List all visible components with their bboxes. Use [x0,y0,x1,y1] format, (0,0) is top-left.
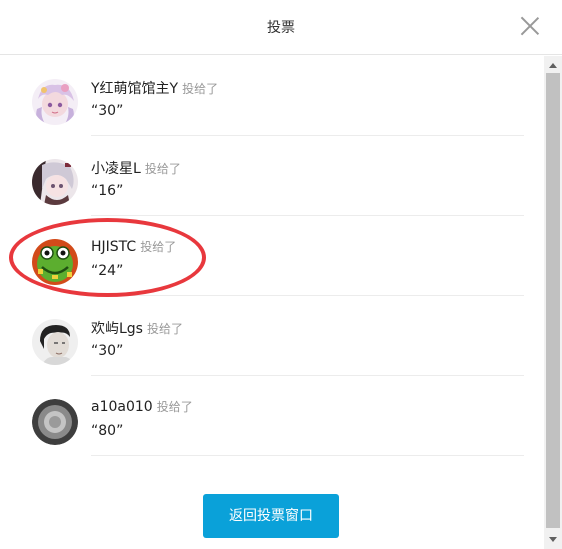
vote-value: “16” [91,183,124,199]
return-to-vote-button[interactable]: 返回投票窗口 [203,494,339,538]
vote-value: “80” [91,423,124,439]
vote-action: 投给了 [146,322,183,336]
dialog-title: 投票 [267,20,295,36]
voter-row: 欢屿Lgs 投给了 “30” [0,296,544,376]
voter-name-line: a10a010 投给了 [91,398,193,415]
voter-name-line: 欢屿Lgs 投给了 [91,318,183,338]
anime-girl-silver-avatar[interactable] [32,159,78,205]
scroll-down-arrow-icon[interactable] [544,531,562,547]
dialog-header: 投票 [0,0,562,55]
voter-name[interactable]: 小凌星L [91,161,141,177]
voter-name[interactable]: Y红萌馆馆主Y [91,81,178,97]
person-photo-avatar[interactable] [32,319,78,365]
grey-circle-avatar[interactable] [32,399,78,445]
voter-name[interactable]: 欢屿Lgs [91,321,143,337]
vote-action: 投给了 [156,400,193,414]
green-frog-avatar[interactable] [32,239,78,285]
vote-action: 投给了 [144,162,181,176]
voter-row: a10a010 投给了 “80” [0,376,544,456]
close-icon[interactable] [520,16,540,36]
voter-name-line: Y红萌馆馆主Y 投给了 [91,78,218,98]
scrollbar[interactable] [544,56,562,549]
scroll-thumb[interactable] [546,73,560,528]
vote-value: “30” [91,343,124,359]
voter-name[interactable]: HJISTC [91,239,136,255]
voter-row: 小凌星L 投给了 “16” [0,136,544,216]
vote-action: 投给了 [182,82,219,96]
vote-value: “24” [91,263,124,279]
voter-name-line: HJISTC 投给了 [91,238,176,255]
anime-girl-pink-avatar[interactable] [32,79,78,125]
voter-name[interactable]: a10a010 [91,399,153,415]
voter-row: HJISTC 投给了 “24” [0,216,544,296]
voter-list: Y红萌馆馆主Y 投给了 “30” 小凌星L 投给了 “16” HJISTC 投给… [0,56,544,549]
vote-action: 投给了 [140,240,177,254]
voter-row: Y红萌馆馆主Y 投给了 “30” [0,56,544,136]
vote-value: “30” [91,103,124,119]
voter-name-line: 小凌星L 投给了 [91,158,181,178]
divider [91,455,524,456]
scroll-up-arrow-icon[interactable] [544,58,562,74]
